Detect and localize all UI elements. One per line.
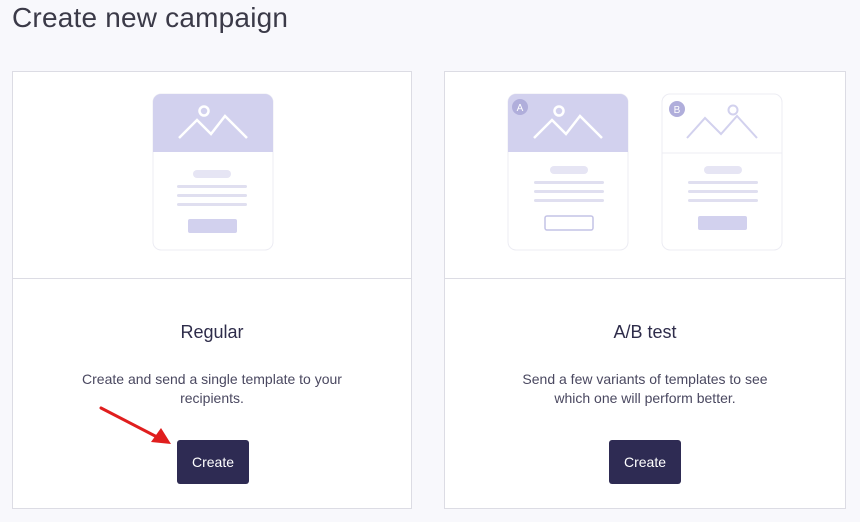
ab-test-campaign-card[interactable]: A B A/B test Send a few variants of temp…: [444, 71, 846, 509]
create-ab-test-button[interactable]: Create: [609, 440, 681, 484]
page-title: Create new campaign: [12, 2, 289, 33]
regular-illustration: [13, 72, 411, 279]
card-title: Regular: [180, 322, 244, 342]
annotation-arrow-icon: [99, 406, 171, 444]
ab-templates-icon: A B: [507, 93, 783, 251]
template-preview-icon: [152, 93, 274, 251]
card-description: Send a few variants of templates to see …: [522, 371, 768, 406]
variant-a-label: A: [517, 103, 524, 114]
card-title: A/B test: [613, 322, 677, 342]
create-regular-button[interactable]: Create: [177, 440, 249, 484]
regular-campaign-card[interactable]: Regular Create and send a single templat…: [12, 71, 412, 509]
ab-test-illustration: A B: [445, 72, 845, 279]
variant-b-label: B: [674, 105, 681, 116]
